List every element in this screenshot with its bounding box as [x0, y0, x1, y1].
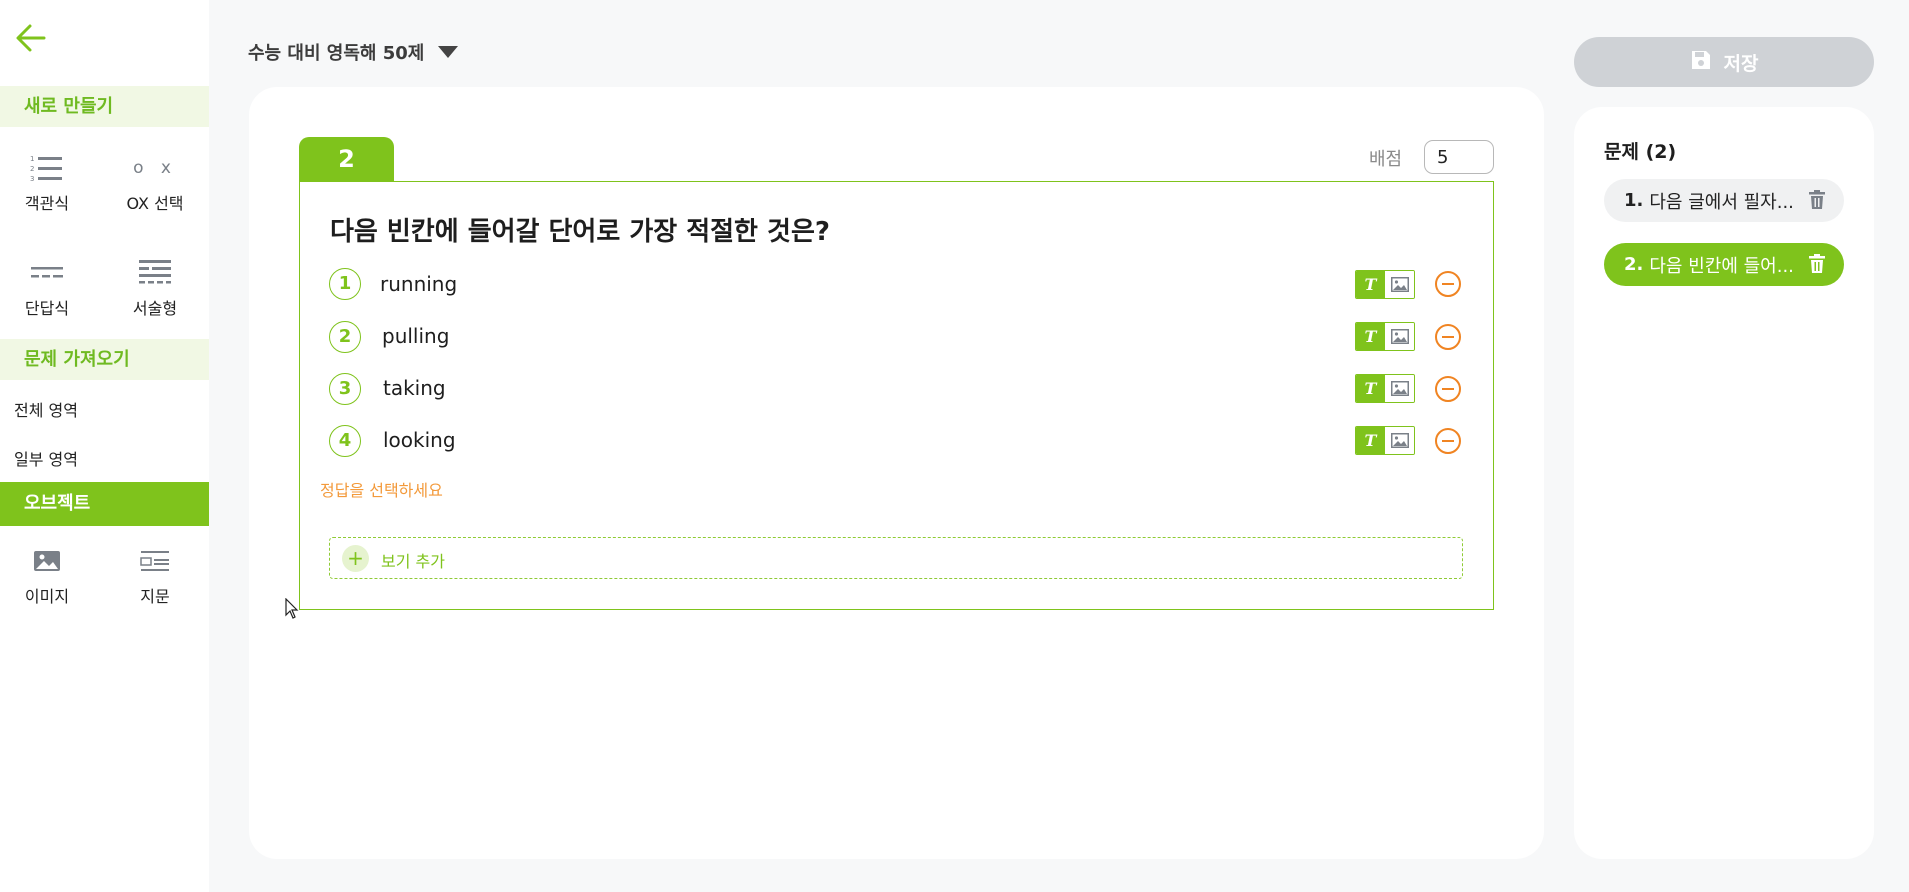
save-icon — [1690, 49, 1712, 76]
mouse-cursor-icon — [285, 597, 299, 624]
text-mode-icon[interactable]: T — [1356, 323, 1385, 350]
tool-image[interactable]: 이미지 — [2, 543, 92, 607]
essay-icon — [110, 255, 200, 291]
svg-text:3: 3 — [30, 175, 34, 183]
exam-selector[interactable]: 수능 대비 영독해 50제 — [248, 39, 459, 65]
short-answer-icon — [2, 255, 92, 291]
question-list-number: 2. — [1624, 254, 1644, 275]
tool-label: 단답식 — [24, 299, 70, 318]
ox-icon: o x — [133, 158, 177, 178]
section-create: 새로 만들기 — [0, 86, 209, 127]
score-label: 배점 — [1369, 149, 1403, 170]
svg-text:1: 1 — [30, 155, 34, 163]
tool-label: 서술형 — [132, 299, 178, 318]
option-mode-toggle-2: T — [1355, 322, 1415, 351]
image-mode-icon[interactable] — [1385, 271, 1414, 298]
tool-label: 객관식 — [24, 194, 70, 213]
exam-title: 수능 대비 영독해 50제 — [248, 43, 425, 64]
caret-down-icon — [438, 46, 459, 58]
remove-option-2-icon[interactable] — [1435, 324, 1461, 350]
trash-icon[interactable] — [1808, 190, 1826, 215]
question-list-text: 다음 빈칸에 들어... — [1649, 255, 1794, 277]
svg-text:2: 2 — [30, 165, 34, 173]
option-mode-toggle-1: T — [1355, 270, 1415, 299]
save-label: 저장 — [1723, 52, 1759, 75]
option-number-2[interactable]: 2 — [329, 321, 361, 353]
passage-icon — [110, 543, 200, 579]
question-list-text: 다음 글에서 필자... — [1649, 191, 1794, 213]
image-mode-icon[interactable] — [1385, 375, 1414, 402]
option-text-3[interactable]: taking — [383, 376, 446, 400]
option-text-1[interactable]: running — [380, 272, 457, 296]
tool-ox-select[interactable]: o x OX 선택 — [110, 150, 200, 214]
section-object[interactable]: 오브젝트 — [0, 482, 209, 526]
question-list-item-1[interactable]: 1. 다음 글에서 필자... — [1604, 179, 1844, 222]
tool-label: 이미지 — [24, 587, 70, 606]
back-arrow-icon[interactable] — [14, 18, 54, 58]
tool-label: OX 선택 — [126, 194, 184, 213]
score-input[interactable] — [1424, 140, 1494, 174]
question-list-title: 문제 (2) — [1604, 141, 1677, 163]
tool-passage[interactable]: 지문 — [110, 543, 200, 607]
text-mode-icon[interactable]: T — [1356, 271, 1385, 298]
add-option-button[interactable]: + 보기 추가 — [329, 537, 1463, 579]
remove-option-4-icon[interactable] — [1435, 428, 1461, 454]
option-number-4[interactable]: 4 — [329, 425, 361, 457]
numbered-list-icon: 1 2 3 — [2, 150, 92, 186]
option-mode-toggle-3: T — [1355, 374, 1415, 403]
answer-hint: 정답을 선택하세요 — [320, 481, 443, 500]
tool-label: 지문 — [140, 587, 170, 606]
option-number-3[interactable]: 3 — [329, 373, 361, 405]
image-icon — [2, 543, 92, 579]
save-button[interactable]: 저장 — [1574, 37, 1874, 87]
option-mode-toggle-4: T — [1355, 426, 1415, 455]
add-option-label: 보기 추가 — [381, 552, 445, 571]
option-text-4[interactable]: looking — [383, 428, 456, 452]
plus-icon: + — [342, 545, 369, 572]
image-mode-icon[interactable] — [1385, 323, 1414, 350]
question-list-number: 1. — [1624, 190, 1644, 211]
remove-option-3-icon[interactable] — [1435, 376, 1461, 402]
question-number-tab: 2 — [299, 137, 394, 182]
trash-icon[interactable] — [1808, 254, 1826, 279]
image-mode-icon[interactable] — [1385, 427, 1414, 454]
remove-option-1-icon[interactable] — [1435, 271, 1461, 297]
tool-multiple-choice[interactable]: 1 2 3 객관식 — [2, 150, 92, 214]
option-number-1[interactable]: 1 — [329, 268, 361, 300]
import-partial-area[interactable]: 일부 영역 — [14, 446, 78, 470]
question-text[interactable]: 다음 빈칸에 들어갈 단어로 가장 적절한 것은? — [330, 211, 830, 248]
import-full-area[interactable]: 전체 영역 — [14, 397, 78, 421]
option-text-2[interactable]: pulling — [382, 324, 449, 348]
text-mode-icon[interactable]: T — [1356, 375, 1385, 402]
question-list-item-2[interactable]: 2. 다음 빈칸에 들어... — [1604, 243, 1844, 286]
tool-essay[interactable]: 서술형 — [110, 255, 200, 319]
text-mode-icon[interactable]: T — [1356, 427, 1385, 454]
section-import: 문제 가져오기 — [0, 339, 209, 380]
tool-short-answer[interactable]: 단답식 — [2, 255, 92, 319]
sidebar: 새로 만들기 1 2 3 객관식 o x OX 선택 단답식 서술형 문제 가져… — [0, 0, 209, 892]
